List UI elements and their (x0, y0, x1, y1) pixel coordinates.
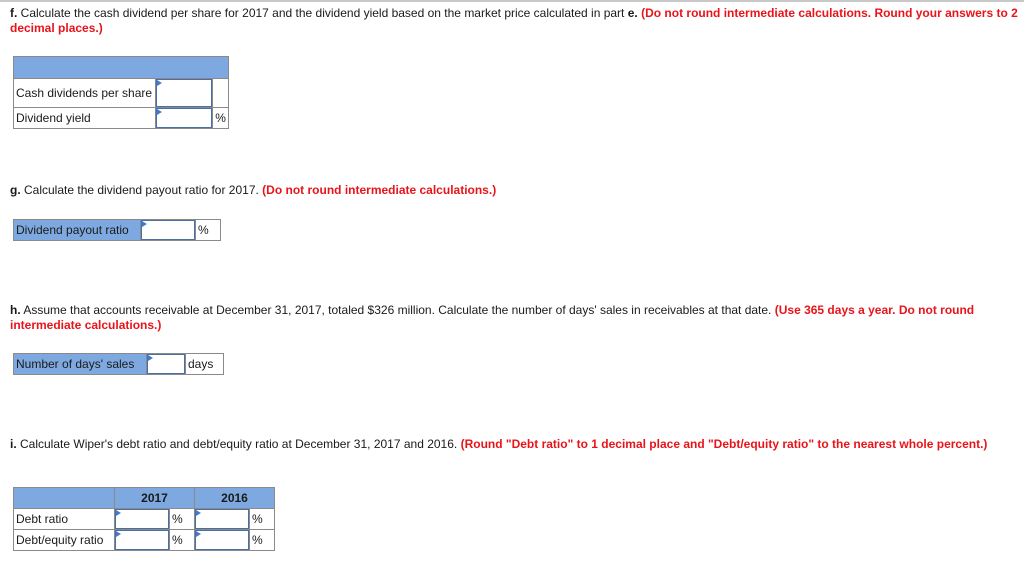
table-row: Debt/equity ratio % % (13, 529, 275, 551)
column-header-2017: 2017 (114, 487, 195, 509)
question-h: h. Assume that accounts receivable at De… (10, 303, 1020, 333)
dividend-payout-input[interactable] (141, 220, 195, 240)
debt-equity-2017-input[interactable] (115, 530, 169, 550)
question-text: Calculate Wiper's debt ratio and debt/eq… (16, 437, 461, 451)
top-divider (0, 0, 1024, 2)
question-text: Calculate the dividend payout ratio for … (20, 183, 263, 197)
header-blank (13, 487, 115, 509)
input-flag-icon (196, 510, 201, 516)
row-label: Debt ratio (13, 508, 115, 530)
table-row: Dividend yield % (13, 107, 229, 129)
table-row: Cash dividends per share (13, 78, 229, 108)
payout-cell (140, 219, 196, 241)
payout-table: Dividend payout ratio % (13, 219, 221, 241)
unit-label: % (169, 508, 195, 530)
dividend-table: Cash dividends per share Dividend yield … (13, 56, 229, 129)
question-letter: i. (10, 437, 17, 451)
part-reference: e. (627, 6, 638, 20)
question-text: Assume that accounts receivable at Decem… (20, 303, 775, 317)
unit-label: days (185, 353, 224, 375)
debt-ratio-2016-cell (194, 508, 250, 530)
input-flag-icon (116, 510, 121, 516)
debt-ratio-2017-input[interactable] (115, 509, 169, 529)
table-header-row: 2017 2016 (13, 487, 275, 509)
unit-label: % (169, 529, 195, 551)
input-flag-icon (116, 531, 121, 537)
question-text: Calculate the cash dividend per share fo… (17, 6, 628, 20)
debt-equity-2016-input[interactable] (195, 530, 249, 550)
row-label: Number of days' sales (13, 353, 147, 375)
unit-label (212, 78, 229, 108)
unit-label: % (212, 107, 229, 129)
table-row: Debt ratio % % (13, 508, 275, 530)
debt-ratio-table: 2017 2016 Debt ratio % % Debt/equity rat… (13, 487, 275, 551)
question-i: i. Calculate Wiper's debt ratio and debt… (10, 437, 1020, 452)
debt-equity-2017-cell (114, 529, 170, 551)
input-flag-icon (196, 531, 201, 537)
input-flag-icon (142, 221, 147, 227)
row-label: Dividend yield (13, 107, 156, 129)
row-label: Debt/equity ratio (13, 529, 115, 551)
input-flag-icon (156, 109, 162, 115)
instruction: (Do not round intermediate calculations.… (262, 183, 497, 197)
question-letter: g. (10, 183, 21, 197)
days-sales-table: Number of days' sales days (13, 353, 224, 375)
unit-label: % (195, 219, 221, 241)
debt-ratio-2016-input[interactable] (195, 509, 249, 529)
table-row: Dividend payout ratio % (13, 219, 221, 241)
days-sales-cell (146, 353, 186, 375)
debt-ratio-2017-cell (114, 508, 170, 530)
unit-label: % (249, 529, 275, 551)
dividend-yield-input[interactable] (155, 108, 213, 128)
unit-label: % (249, 508, 275, 530)
debt-equity-2016-cell (194, 529, 250, 551)
dividend-yield-cell (154, 107, 214, 129)
row-label: Cash dividends per share (13, 78, 156, 108)
question-g: g. Calculate the dividend payout ratio f… (10, 183, 1020, 198)
input-flag-icon (148, 355, 153, 361)
cash-dividends-cell (154, 78, 214, 108)
input-flag-icon (156, 80, 162, 86)
table-header (13, 56, 229, 79)
question-letter: h. (10, 303, 21, 317)
cash-dividends-input[interactable] (155, 79, 213, 107)
question-f: f. Calculate the cash dividend per share… (10, 6, 1020, 36)
instruction: (Round "Debt ratio" to 1 decimal place a… (460, 437, 988, 451)
row-label: Dividend payout ratio (13, 219, 141, 241)
table-row: Number of days' sales days (13, 353, 224, 375)
column-header-2016: 2016 (194, 487, 275, 509)
